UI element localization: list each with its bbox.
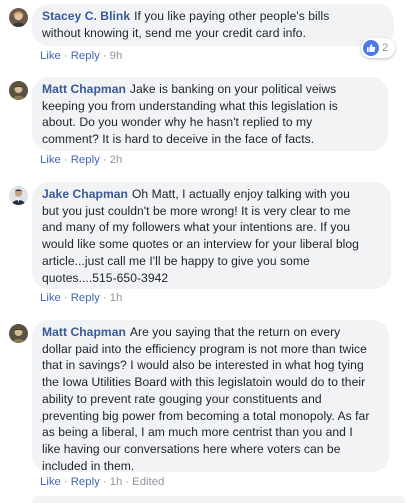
comment-text: Are you saying that the return on every …: [42, 325, 370, 473]
comment-author[interactable]: Matt Chapman: [42, 325, 126, 339]
comment-bubble: Matt Chapman Are you saying that the retu…: [32, 320, 389, 473]
separator: ·: [102, 154, 107, 166]
separator: ·: [63, 154, 68, 166]
separator: ·: [102, 292, 107, 304]
separator: ·: [102, 476, 107, 488]
comment-actions: Like · Reply · 1h: [40, 291, 122, 305]
comment-author[interactable]: Matt Chapman: [42, 82, 126, 96]
avatar[interactable]: [9, 81, 28, 100]
separator: ·: [102, 50, 107, 62]
like-button[interactable]: Like: [40, 154, 61, 166]
like-button[interactable]: Like: [40, 50, 61, 62]
comment-actions: Like · Reply · 1h · Edited: [40, 475, 164, 489]
separator: ·: [125, 476, 130, 488]
timestamp[interactable]: 2h: [110, 154, 123, 166]
comment-author[interactable]: Stacey C. Blink: [42, 9, 130, 23]
comment-author[interactable]: Jake Chapman: [42, 187, 128, 201]
avatar[interactable]: [9, 186, 28, 205]
comment-bubble: Jake Chapman Oh Matt, I actually enjoy ta…: [32, 182, 391, 289]
reaction-summary[interactable]: 2: [361, 38, 395, 58]
comment-actions: Like · Reply · 2h: [40, 153, 122, 167]
edited-label[interactable]: Edited: [132, 476, 164, 488]
reply-button[interactable]: Reply: [71, 154, 100, 166]
separator: ·: [63, 50, 68, 62]
separator: ·: [63, 476, 68, 488]
avatar[interactable]: [9, 324, 28, 343]
like-button[interactable]: Like: [40, 292, 61, 304]
timestamp[interactable]: 1h: [110, 292, 123, 304]
like-button[interactable]: Like: [40, 476, 61, 488]
comment-bubble: Matt Chapman Jake is banking on your poli…: [32, 77, 388, 151]
timestamp[interactable]: 9h: [110, 50, 123, 62]
timestamp[interactable]: 1h: [110, 476, 123, 488]
reaction-count: 2: [382, 42, 389, 54]
comment-actions: Like · Reply · 9h: [40, 49, 122, 63]
avatar[interactable]: [9, 8, 28, 27]
next-comment-bubble: [32, 496, 406, 503]
comment-bubble: Stacey C. Blink If you like paying other …: [32, 4, 394, 46]
separator: ·: [63, 292, 68, 304]
reply-button[interactable]: Reply: [71, 292, 100, 304]
reply-button[interactable]: Reply: [71, 476, 100, 488]
comment-text: Oh Matt, I actually enjoy talking with y…: [42, 187, 359, 285]
reply-button[interactable]: Reply: [71, 50, 100, 62]
thumbs-up-icon: [363, 40, 379, 56]
